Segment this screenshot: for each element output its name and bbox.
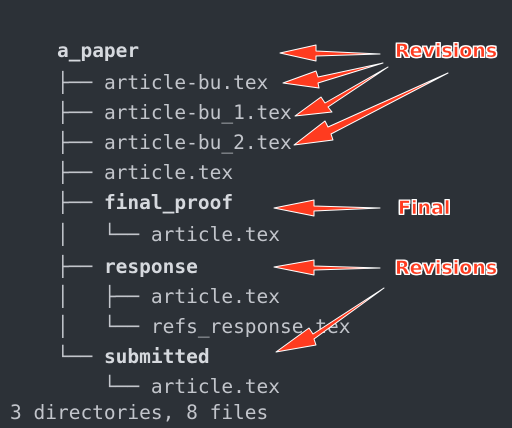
arrow-icon (282, 62, 384, 89)
summary-line: 3 directories, 8 files (10, 401, 269, 424)
tree-line: ├── article.tex (10, 128, 233, 184)
tree-line: ├── article-bu.tex (10, 38, 268, 94)
terminal-window: a_paper ├── article-bu.tex ├── article-b… (0, 0, 512, 428)
annotation-label-final: Final (398, 197, 451, 220)
tree-branch: └── (56, 375, 151, 398)
tree-line: ├── final_proof (10, 158, 233, 214)
tree-line: └── submitted (10, 312, 210, 368)
arrow-icon (273, 199, 381, 217)
arrow-icon (273, 259, 381, 276)
arrow-icon (293, 72, 449, 146)
tree-line: ├── article-bu_2.tex (10, 98, 292, 154)
tree-line: │ └── refs_response.tex (10, 282, 351, 338)
tree-line: ├── article-bu_1.tex (10, 68, 292, 124)
file-name: article.tex (150, 375, 281, 398)
tree-line-root: a_paper (10, 6, 139, 62)
tree-line: └── article.tex (10, 342, 280, 398)
tree-line: ├── response (10, 222, 198, 278)
arrow-icon (294, 66, 389, 117)
annotation-label-revisions: Revisions (395, 40, 498, 63)
arrow-icon (279, 44, 381, 62)
tree-line: │ ├── article.tex (10, 252, 280, 308)
tree-line: │ └── article.tex (10, 190, 280, 246)
annotation-label-revisions: Revisions (395, 257, 498, 280)
